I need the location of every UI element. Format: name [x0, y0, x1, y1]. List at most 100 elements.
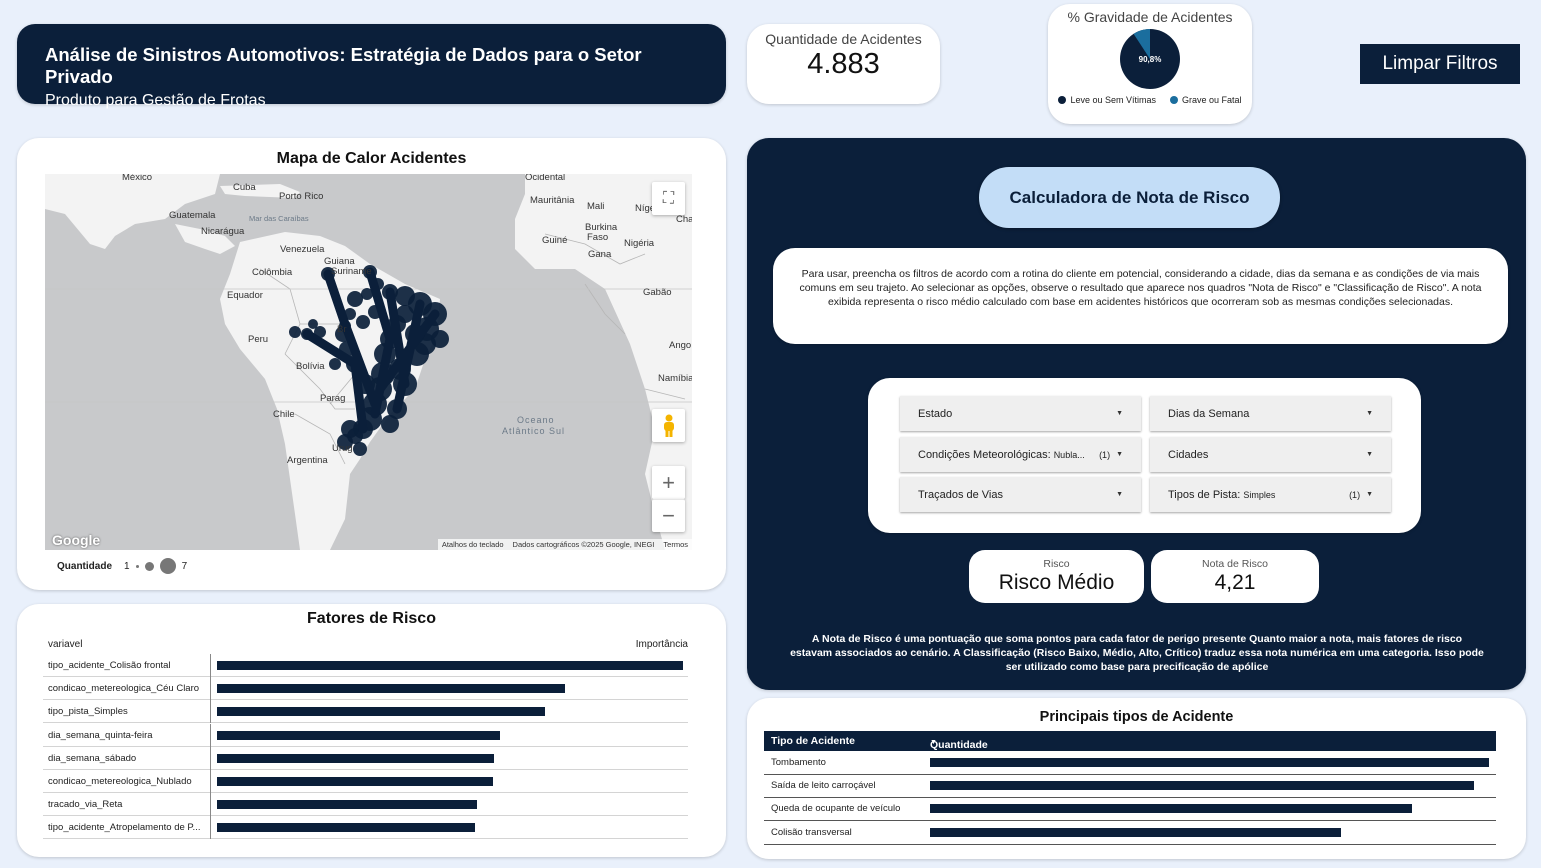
filter-label: Traçados de Vias — [918, 488, 1003, 501]
map-label: Equador — [227, 290, 263, 301]
map-label: Gana — [588, 249, 612, 260]
severity-pie-card: % Gravidade de Acidentes 90,8% Leve ou S… — [1048, 4, 1252, 124]
map-legend-max: 7 — [181, 560, 188, 572]
map-label: Cha — [676, 214, 692, 225]
filter-selected-value: Simples — [1243, 489, 1276, 500]
accident-point[interactable] — [308, 319, 318, 329]
map-legend-label: Quantidade — [57, 560, 113, 572]
legend-item-grave[interactable]: Grave ou Fatal — [1170, 95, 1242, 105]
map-label: Colômbia — [252, 267, 293, 278]
severity-pie-chart[interactable]: 90,8% — [1119, 28, 1181, 90]
risk-factor-name: tracado_via_Reta — [48, 799, 123, 811]
accident-type-name: Tombamento — [771, 757, 826, 768]
map-label: Faso — [587, 232, 609, 243]
column-header-variable[interactable]: variavel — [48, 639, 82, 650]
risk-factor-row[interactable]: tipo_acidente_Colisão frontal — [43, 654, 688, 677]
accident-point[interactable] — [347, 291, 363, 307]
accident-point[interactable] — [356, 315, 370, 329]
risk-factor-row[interactable]: condicao_metereologica_Céu Claro — [43, 677, 688, 701]
column-separator — [210, 654, 211, 677]
map-label: Atlântico Sul — [502, 426, 566, 436]
risk-factor-row[interactable]: tipo_acidente_Atropelamento de P... — [43, 816, 688, 840]
risk-factor-row[interactable]: condicao_metereologica_Nublado — [43, 770, 688, 793]
risk-factor-row[interactable]: dia_semana_sábado — [43, 746, 688, 770]
accident-type-row[interactable]: Tombamento — [764, 752, 1496, 775]
accident-point[interactable] — [341, 420, 359, 438]
accident-type-bar[interactable] — [930, 804, 1412, 814]
accident-types-card: Principais tipos de Acidente Tipo de Aci… — [747, 698, 1526, 859]
filter-cidades[interactable]: Cidades ▼ — [1150, 437, 1391, 472]
accident-type-bar[interactable] — [930, 827, 1341, 837]
street-view-button[interactable] — [652, 409, 685, 442]
risk-factor-bar[interactable] — [217, 730, 500, 740]
risk-factor-bar[interactable] — [217, 684, 565, 694]
accident-type-row[interactable]: Queda de ocupante de veículo — [764, 798, 1496, 822]
dropdown-caret-icon: ▼ — [1366, 451, 1373, 458]
sort-desc-icon: ▼ — [930, 739, 937, 746]
accident-type-row[interactable]: Colisão transversal — [764, 822, 1496, 845]
accident-point[interactable] — [329, 358, 341, 370]
risk-factor-bar[interactable] — [217, 777, 493, 786]
map-label: Mauritânia — [530, 195, 575, 206]
risk-classification-value: Risco Médio — [998, 571, 1115, 594]
accident-type-name: Colisão transversal — [771, 826, 852, 838]
column-separator — [210, 770, 211, 793]
legend-dot — [1058, 96, 1067, 104]
filter-tipos-pista[interactable]: Tipos de Pista: Simples (1) ▼ — [1150, 477, 1391, 512]
accident-point[interactable] — [353, 442, 367, 456]
accident-point[interactable] — [381, 415, 399, 433]
filter-tracados-vias[interactable]: Traçados de Vias ▼ — [900, 477, 1141, 512]
risk-factor-bar[interactable] — [217, 823, 475, 833]
accident-type-name: Queda de ocupante de veículo — [771, 803, 901, 815]
map-label: Guatemala — [169, 210, 216, 221]
map-label: Bolívia — [296, 361, 325, 372]
risk-factor-row[interactable]: tipo_pista_Simples — [43, 700, 688, 724]
legend-dot — [1170, 96, 1178, 104]
filter-dias-semana[interactable]: Dias da Semana ▼ — [1150, 396, 1391, 431]
fullscreen-button[interactable]: ⛶ — [652, 182, 685, 215]
map-label: Parag — [320, 393, 346, 404]
risk-factor-bar[interactable] — [217, 661, 683, 670]
map-label: Nigéria — [624, 238, 655, 249]
dropdown-caret-icon: ▼ — [1116, 410, 1123, 417]
map-legend-min: 1 — [124, 560, 130, 572]
accident-types-header: Tipo de Acidente Quantidade ▼ — [764, 731, 1496, 751]
accident-type-bar[interactable] — [930, 781, 1474, 791]
zoom-in-button[interactable]: + — [652, 466, 685, 499]
zoom-out-button[interactable]: − — [652, 499, 685, 532]
accident-map[interactable]: México Cuba Porto Rico Guatemala Mar das… — [45, 174, 692, 550]
map-label: Mar das Caraíbas — [249, 214, 309, 223]
risk-factor-row[interactable]: tracado_via_Reta — [43, 793, 688, 817]
column-header-tipo[interactable]: Tipo de Acidente — [771, 735, 855, 747]
risk-score-value: 4,21 — [1214, 571, 1256, 594]
risk-factor-row[interactable]: dia_semana_quinta-feira — [43, 723, 688, 747]
filter-condicoes-meteorologicas[interactable]: Condições Meteorológicas: Nubla... (1) ▼ — [900, 437, 1141, 472]
legend-item-leve[interactable]: Leve ou Sem Vítimas — [1058, 95, 1156, 105]
keyboard-shortcuts-link[interactable]: Atalhos do teclado — [442, 540, 504, 549]
accident-point[interactable] — [431, 330, 449, 348]
accident-point[interactable] — [289, 326, 301, 338]
risk-factors-header: variavel Importância — [48, 639, 688, 650]
accident-type-row[interactable]: Saída de leito carroçável — [764, 775, 1496, 799]
risk-factor-bar[interactable] — [217, 753, 494, 763]
accident-type-bar[interactable] — [930, 758, 1489, 767]
column-header-importance[interactable]: Importância — [636, 639, 688, 650]
map-label: Chile — [273, 409, 295, 420]
clear-filters-button[interactable]: Limpar Filtros — [1360, 44, 1520, 84]
column-separator — [210, 746, 211, 770]
risk-classification-label: Risco — [1043, 558, 1070, 570]
legend-small-dot — [135, 564, 139, 568]
severity-pie-title: % Gravidade de Acidentes — [1067, 9, 1233, 25]
risk-factor-bar[interactable] — [217, 707, 545, 717]
risk-score-label: Nota de Risco — [1202, 558, 1268, 570]
map-label: Br — [337, 324, 347, 335]
map-label: México — [122, 174, 153, 183]
column-separator — [210, 793, 211, 817]
risk-factor-bar[interactable] — [217, 800, 477, 810]
risk-factor-name: dia_semana_sábado — [48, 752, 137, 764]
column-separator — [210, 816, 211, 840]
filter-estado[interactable]: Estado ▼ — [900, 396, 1141, 431]
terms-link[interactable]: Termos — [663, 540, 688, 549]
dashboard-header: Análise de Sinistros Automotivos: Estrat… — [17, 24, 726, 109]
calculator-instructions: Para usar, preencha os filtros de acordo… — [773, 248, 1508, 344]
